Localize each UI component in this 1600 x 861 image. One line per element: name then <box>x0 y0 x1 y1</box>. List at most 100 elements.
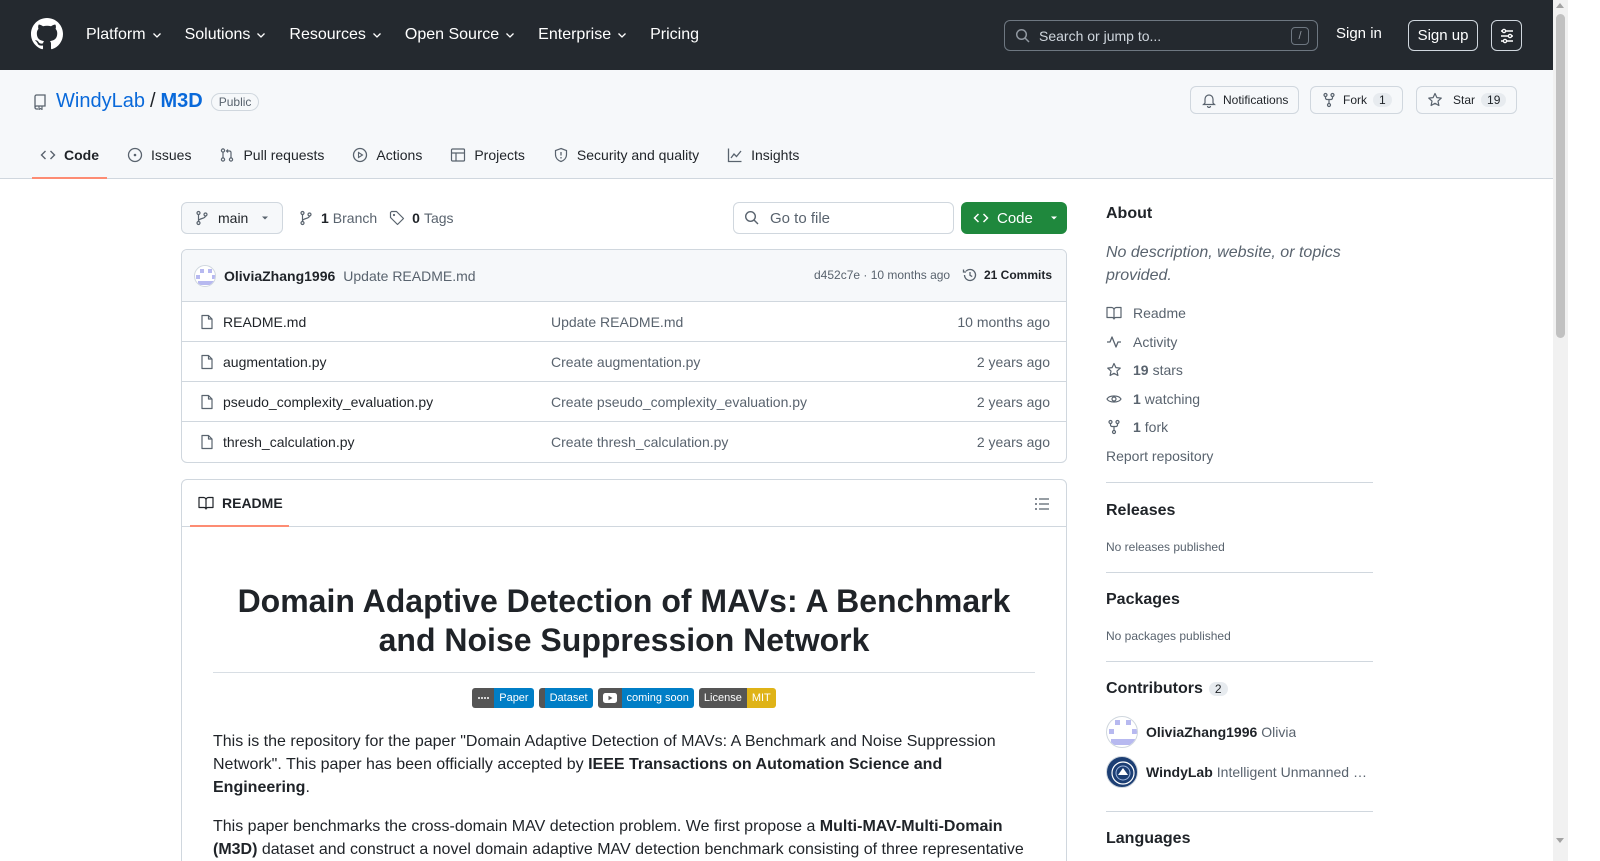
code-dropdown-button[interactable]: Code <box>961 202 1067 234</box>
nav-platform[interactable]: Platform <box>86 24 163 46</box>
global-header: Platform Solutions Resources Open Source… <box>0 0 1568 70</box>
nav-label: Platform <box>86 26 146 43</box>
commit-author-link[interactable]: OliviaZhang1996 <box>224 268 335 284</box>
branches-link[interactable]: 1 Branch <box>314 210 377 226</box>
tab-projects[interactable]: Projects <box>442 132 533 177</box>
file-age: 2 years ago <box>976 394 1050 410</box>
star-count: 19 <box>1481 93 1507 107</box>
forks-label: fork <box>1144 419 1169 435</box>
commit-message-link[interactable]: Update README.md <box>343 268 475 284</box>
sign-in-link[interactable]: Sign in <box>1336 25 1382 42</box>
search-icon <box>744 210 759 225</box>
fork-button[interactable]: Fork 1 <box>1310 86 1403 114</box>
contributor-login: OliviaZhang1996 <box>1146 724 1258 740</box>
about-description: No description, website, or topics provi… <box>1106 244 1341 284</box>
contributor-item[interactable]: WindyLab Intelligent Unmanned Systems La… <box>1106 756 1373 788</box>
file-name-link[interactable]: pseudo_complexity_evaluation.py <box>223 394 433 410</box>
identicon-icon <box>196 268 215 285</box>
page-scrollbar[interactable] <box>1553 0 1568 861</box>
nav-label: Pricing <box>650 26 699 43</box>
tags-link[interactable]: 0 Tags <box>405 210 453 226</box>
tag-label: Tags <box>423 210 454 226</box>
file-commit-message[interactable]: Create thresh_calculation.py <box>551 434 728 450</box>
video-badge[interactable]: coming soon <box>597 688 694 708</box>
scroll-up-arrow-icon[interactable] <box>1556 3 1564 8</box>
tab-code[interactable]: Code <box>32 132 107 179</box>
star-button[interactable]: Star 19 <box>1416 86 1518 114</box>
sign-up-button[interactable]: Sign up <box>1408 20 1478 51</box>
tab-issues[interactable]: Issues <box>119 132 199 177</box>
readme-tab[interactable]: README <box>190 480 289 527</box>
nav-enterprise[interactable]: Enterprise <box>538 24 628 46</box>
tab-security[interactable]: Security and quality <box>545 132 707 177</box>
go-to-file-input[interactable]: Go to file <box>733 202 954 234</box>
notifications-button[interactable]: Notifications <box>1190 86 1300 114</box>
file-name-link[interactable]: thresh_calculation.py <box>223 434 355 450</box>
activity-link[interactable]: Activity <box>1106 334 1177 350</box>
nav-label: Open Source <box>404 26 500 43</box>
nav-open-source[interactable]: Open Source <box>405 24 516 46</box>
avatar[interactable] <box>194 264 216 287</box>
license-badge-label: License <box>698 688 747 708</box>
forks-link[interactable]: 1 fork <box>1106 419 1168 435</box>
file-commit-message[interactable]: Update README.md <box>551 314 683 330</box>
chevron-down-icon <box>618 33 627 38</box>
stars-link[interactable]: 19 stars <box>1106 362 1183 378</box>
file-commit-message[interactable]: Create pseudo_complexity_evaluation.py <box>551 394 807 410</box>
file-icon <box>201 354 213 370</box>
lab-logo-icon <box>1111 761 1135 785</box>
paper-badge[interactable]: Paper <box>472 688 534 708</box>
file-age: 10 months ago <box>957 314 1050 330</box>
contributor-name: Olivia <box>1261 724 1297 740</box>
packages-heading[interactable]: Packages <box>1106 591 1180 609</box>
dots-icon <box>478 697 490 699</box>
file-name-link[interactable]: README.md <box>223 314 306 330</box>
repo-owner-link[interactable]: WindyLab <box>56 90 145 113</box>
scroll-down-arrow-icon[interactable] <box>1556 838 1564 843</box>
file-row: README.md Update README.md 10 months ago <box>182 302 1066 342</box>
report-repository-link[interactable]: Report repository <box>1106 448 1213 464</box>
search-input[interactable]: Search or jump to... / <box>1004 20 1318 51</box>
readme-text: This paper benchmarks the cross-domain M… <box>213 818 820 835</box>
divider <box>1106 811 1373 812</box>
nav-solutions[interactable]: Solutions <box>185 24 268 46</box>
watchers-link[interactable]: 1 watching <box>1106 391 1200 407</box>
file-commit-message[interactable]: Create augmentation.py <box>551 354 700 370</box>
tab-actions[interactable]: Actions <box>344 132 430 177</box>
code-icon <box>40 150 56 159</box>
file-name-link[interactable]: augmentation.py <box>223 354 327 370</box>
about-heading: About <box>1106 205 1153 222</box>
scrollbar-thumb[interactable] <box>1556 14 1565 338</box>
readme-header: README <box>182 480 1066 527</box>
avatar <box>1106 716 1138 748</box>
tab-insights[interactable]: Insights <box>719 132 807 177</box>
star-icon <box>1107 362 1121 377</box>
readme-link[interactable]: Readme <box>1106 305 1186 321</box>
releases-heading[interactable]: Releases <box>1106 502 1175 520</box>
tab-pull-requests[interactable]: Pull requests <box>211 132 332 177</box>
tab-label: Insights <box>751 146 800 163</box>
repo-name-link[interactable]: M3D <box>161 90 203 113</box>
play-icon <box>353 147 368 162</box>
contributors-heading[interactable]: Contributors <box>1106 680 1203 698</box>
repo-tabs: Code Issues Pull requests Actions Projec… <box>32 132 819 179</box>
github-logo-icon[interactable] <box>31 18 63 50</box>
commits-link[interactable]: 21 Commits <box>962 267 1052 283</box>
tag-count: 0 <box>412 210 420 226</box>
forks-link-text: 1 fork <box>1133 419 1168 435</box>
file-row: pseudo_complexity_evaluation.py Create p… <box>182 382 1066 422</box>
nav-resources[interactable]: Resources <box>289 24 382 46</box>
dataset-badge[interactable]: Dataset <box>538 688 593 708</box>
video-badge-label: coming soon <box>621 688 694 708</box>
commit-hash-time[interactable]: d452c7e · 10 months ago <box>814 268 950 282</box>
branch-selector[interactable]: main <box>181 202 283 234</box>
menu-button[interactable] <box>1491 20 1522 51</box>
nav-pricing[interactable]: Pricing <box>650 24 699 46</box>
file-list: OliviaZhang1996 Update README.md d452c7e… <box>181 249 1067 463</box>
license-badge[interactable]: License MIT <box>698 688 776 708</box>
contributor-item[interactable]: OliviaZhang1996 Olivia <box>1106 716 1373 748</box>
tab-label: Pull requests <box>243 146 325 163</box>
license-badge-value: MIT <box>746 688 776 708</box>
list-unordered-icon[interactable] <box>1034 496 1050 512</box>
divider <box>1106 661 1373 662</box>
